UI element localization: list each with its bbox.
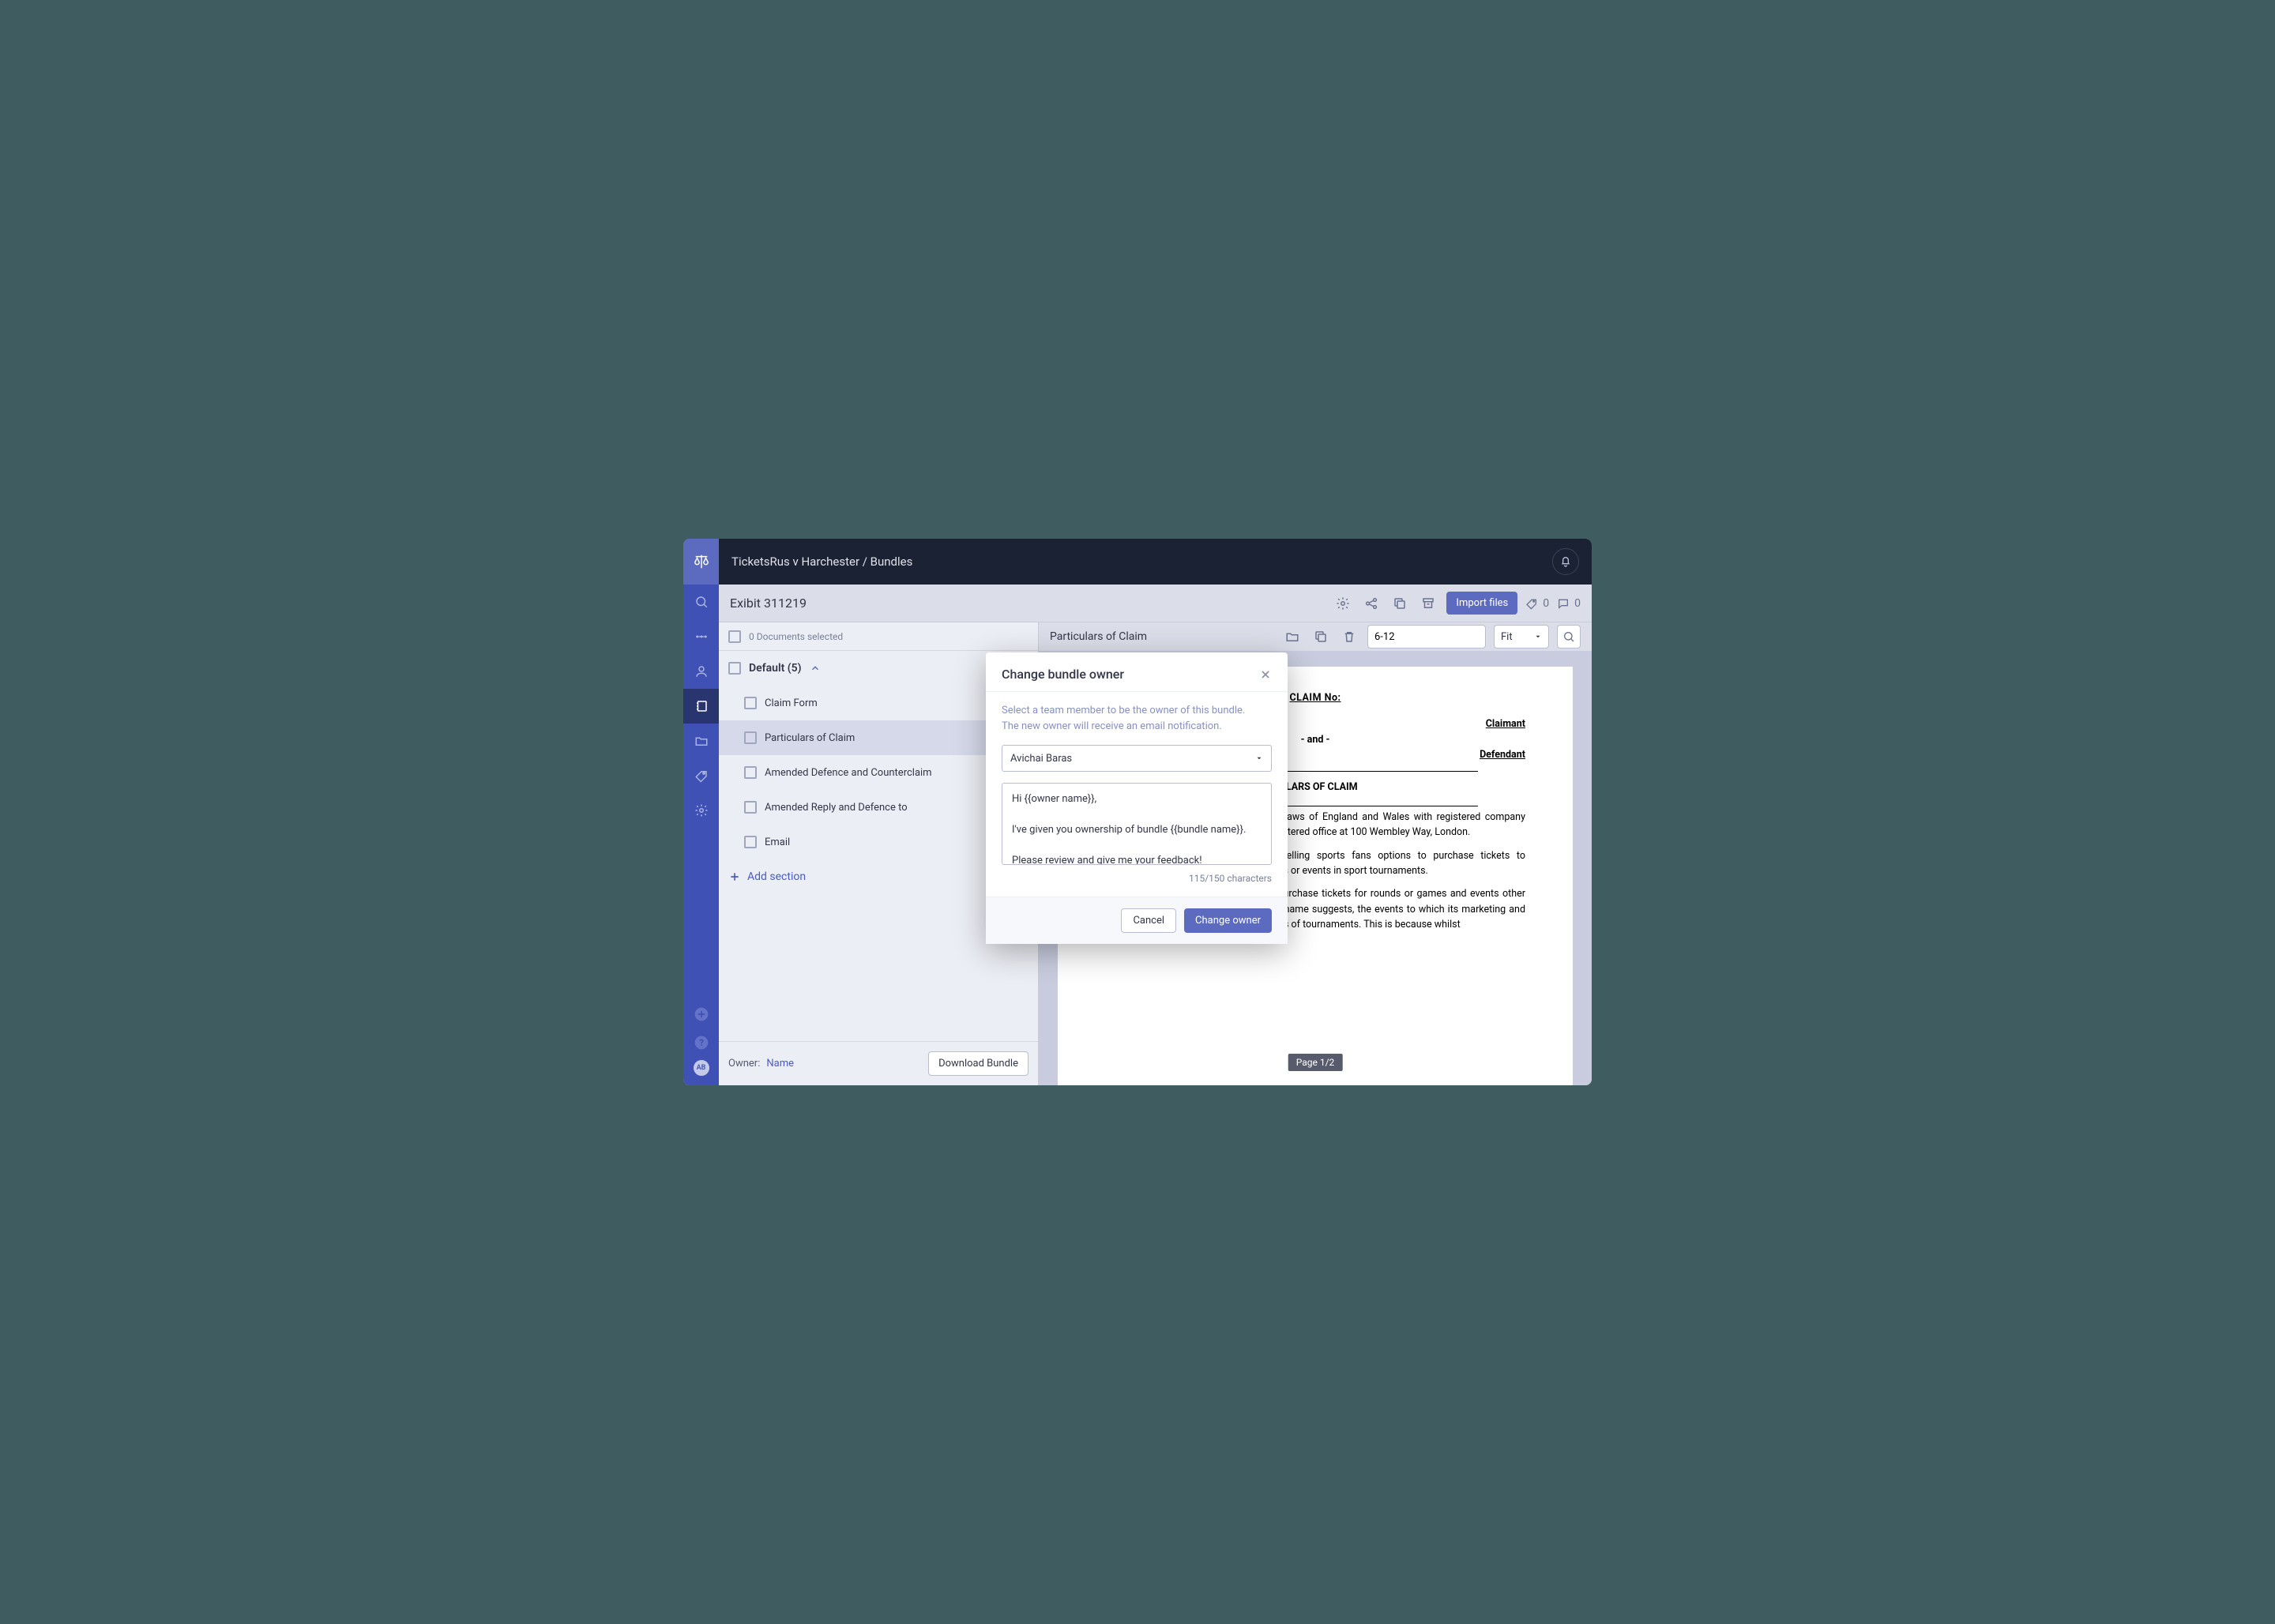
nav-tags[interactable] [683,758,719,793]
trash-icon [1342,630,1356,644]
top-bar: TicketsRus v Harchester / Bundles [719,539,1592,585]
change-owner-modal: Change bundle owner Select a team member… [986,652,1288,944]
add-section-label: Add section [747,870,806,883]
modal-title: Change bundle owner [1002,667,1259,682]
settings-button[interactable] [1333,593,1353,614]
viewer-search-button[interactable] [1557,625,1581,648]
plus-circle-icon [694,1006,709,1022]
copy-button[interactable] [1389,593,1410,614]
select-all-checkbox[interactable] [728,630,741,643]
caret-down-icon [1255,754,1263,762]
notebook-icon [694,699,709,713]
owner-select[interactable]: Avichai Baras [1002,745,1272,772]
section-name: Default (5) [749,662,802,675]
cancel-button[interactable]: Cancel [1121,908,1176,933]
person-icon [694,664,709,679]
download-bundle-button[interactable]: Download Bundle [928,1051,1028,1076]
zoom-select[interactable]: Fit [1494,625,1549,648]
comments-count-value: 0 [1574,597,1581,610]
owner-bar: Owner: Name Download Bundle [719,1041,1038,1085]
document-label: Claim Form [765,697,818,709]
zoom-label: Fit [1501,631,1513,643]
gear-icon [694,803,709,818]
svg-text:?: ? [699,1037,704,1048]
folder-icon [1285,630,1299,644]
share-button[interactable] [1361,593,1382,614]
modal-desc-2: The new owner will receive an email noti… [1002,719,1272,735]
caret-down-icon [1534,633,1542,641]
archive-button[interactable] [1418,593,1438,614]
timeline-icon [694,630,709,644]
section-checkbox[interactable] [728,662,741,675]
import-files-button[interactable]: Import files [1446,592,1517,615]
share-icon [1364,596,1378,611]
owner-link[interactable]: Name [766,1058,794,1070]
viewer-copy-button[interactable] [1310,626,1331,647]
document-label: Particulars of Claim [765,732,855,744]
selection-count: 0 Documents selected [749,631,843,642]
nav-add[interactable] [683,1003,719,1025]
nav-timeline[interactable] [683,619,719,654]
tags-count[interactable]: 0 [1525,597,1549,610]
bundle-toolbar: Exibit 311219 Import files 0 0 [719,585,1592,622]
doc-defendant-label: Defendant [1480,747,1525,762]
left-nav-rail: ? AB [683,539,719,1085]
owner-select-value: Avichai Baras [1010,753,1072,765]
owner-label: Owner: [728,1058,760,1070]
page-indicator: Page 1/2 [1288,1054,1343,1071]
app-window: ? AB TicketsRus v Harchester / Bundles E… [683,539,1592,1085]
notifications-button[interactable] [1552,548,1579,575]
viewer-toolbar: Particulars of Claim Fit [1039,622,1592,651]
breadcrumb[interactable]: TicketsRus v Harchester / Bundles [731,554,912,569]
document-checkbox[interactable] [744,697,757,709]
tag-icon [1525,597,1538,610]
bell-icon [1559,555,1572,568]
tags-count-value: 0 [1543,597,1549,610]
tag-icon [694,769,709,783]
chevron-up-icon [810,663,821,674]
archive-icon [1421,596,1435,611]
nav-people[interactable] [683,654,719,689]
document-checkbox[interactable] [744,731,757,744]
nav-help[interactable]: ? [683,1032,719,1054]
doc-claimant-label: Claimant [1486,716,1525,731]
viewer-delete-button[interactable] [1339,626,1359,647]
char-count: 115/150 characters [1002,873,1272,884]
folder-icon [694,734,709,748]
bundle-title: Exibit 311219 [730,596,807,611]
gear-icon [1336,596,1350,611]
modal-desc-1: Select a team member to be the owner of … [1002,703,1272,719]
change-owner-button[interactable]: Change owner [1184,908,1272,933]
modal-close-button[interactable] [1259,668,1272,681]
nav-search[interactable] [683,585,719,619]
search-icon [694,595,709,609]
app-logo [683,539,719,585]
selection-bar: 0 Documents selected [719,622,1038,651]
nav-bundles[interactable] [683,689,719,724]
close-icon [1259,668,1272,681]
comments-count[interactable]: 0 [1557,597,1581,610]
copy-icon [1314,630,1328,644]
document-checkbox[interactable] [744,766,757,779]
nav-folders[interactable] [683,724,719,758]
viewer-folder-button[interactable] [1282,626,1303,647]
comment-icon [1557,597,1570,610]
search-icon [1562,630,1575,643]
viewer-doc-title: Particulars of Claim [1050,630,1147,643]
help-icon: ? [694,1035,709,1051]
plus-icon [728,870,741,883]
copy-icon [1393,596,1407,611]
document-label: Amended Reply and Defence to [765,802,908,814]
owner-message-input[interactable] [1002,783,1272,865]
user-avatar[interactable]: AB [694,1060,709,1076]
nav-settings[interactable] [683,793,719,828]
page-range-input[interactable] [1367,625,1486,648]
document-checkbox[interactable] [744,836,757,848]
doc-and: - and - [1301,734,1330,746]
document-label: Amended Defence and Counterclaim [765,767,932,779]
document-label: Email [765,836,790,848]
document-checkbox[interactable] [744,801,757,814]
